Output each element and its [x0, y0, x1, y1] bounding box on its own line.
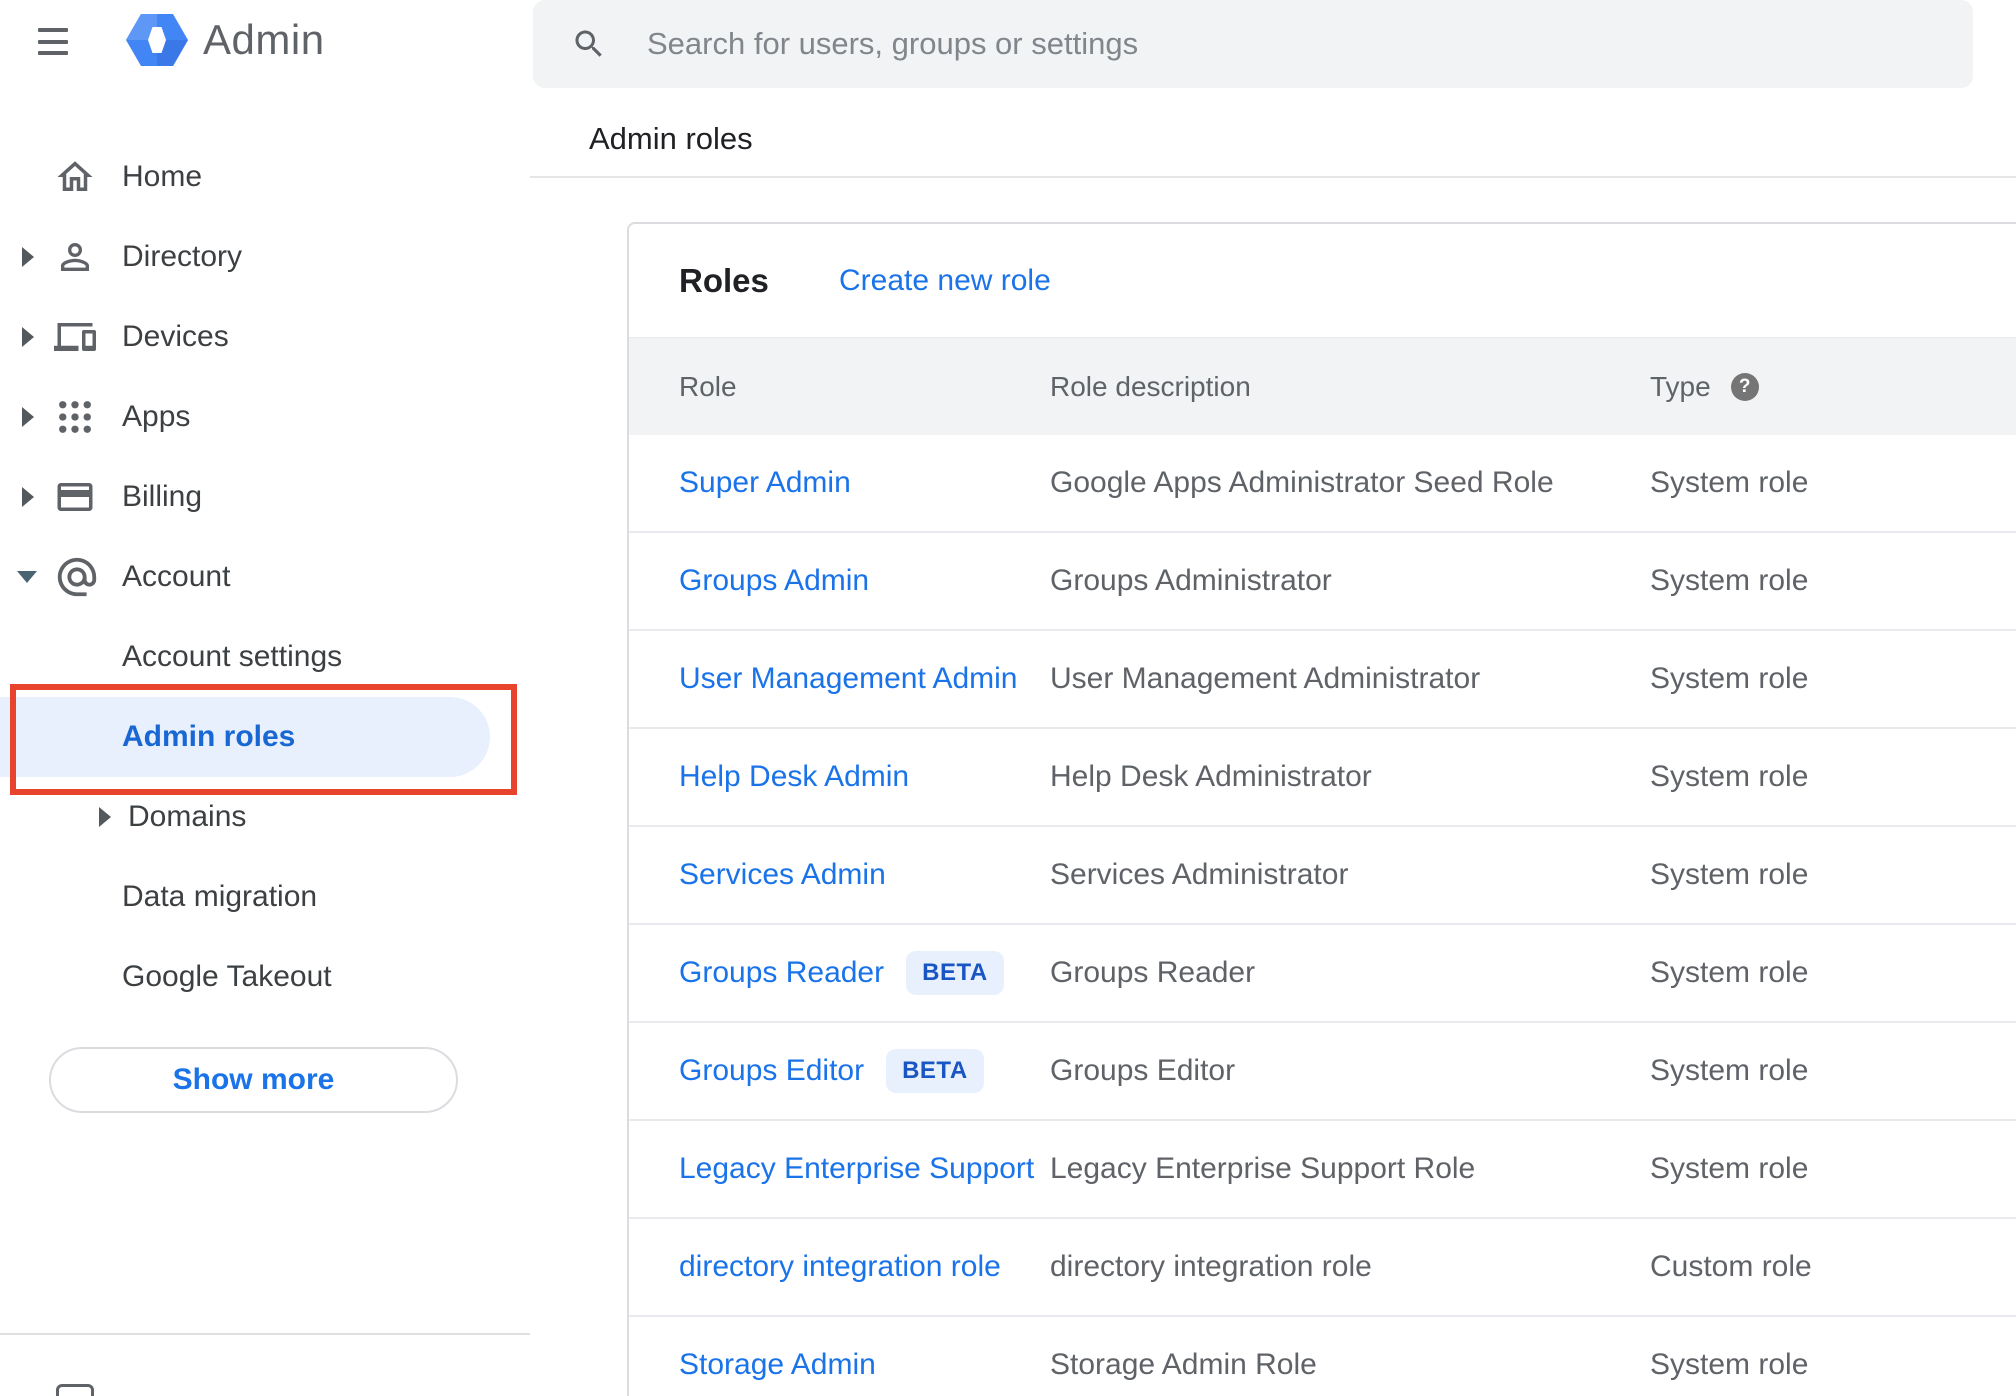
person-icon	[61, 243, 89, 271]
role-type: System role	[1650, 564, 1809, 597]
sidebar-item-domains[interactable]: Domains	[0, 777, 530, 857]
role-link[interactable]: User Management Admin	[679, 662, 1018, 696]
table-row: Help Desk Admin Help Desk Administrator …	[629, 729, 2016, 827]
expand-arrow-icon[interactable]	[22, 327, 34, 347]
role-description: Storage Admin Role	[1050, 1348, 1317, 1381]
column-header-role: Role	[679, 370, 737, 402]
sidebar-item-label: Billing	[122, 480, 203, 513]
roles-table-header: Role Role description Type ?	[629, 337, 2016, 435]
admin-console-page: Admin Home Directory Devices Apps Billin…	[0, 0, 2016, 1396]
role-link[interactable]: Groups Editor	[679, 1054, 864, 1088]
role-link[interactable]: Legacy Enterprise Support	[679, 1152, 1034, 1186]
sidebar: Home Directory Devices Apps Billing Acco…	[0, 137, 530, 1017]
role-type: System role	[1650, 1054, 1809, 1087]
table-row: User Management Admin User Management Ad…	[629, 631, 2016, 729]
role-link[interactable]: Storage Admin	[679, 1348, 876, 1382]
sidebar-item-data-migration[interactable]: Data migration	[0, 857, 530, 937]
role-link[interactable]: Super Admin	[679, 466, 851, 500]
expand-arrow-icon[interactable]	[22, 487, 34, 507]
roles-panel: Roles Create new role Role Role descript…	[627, 222, 2016, 1396]
credit-card-icon	[57, 483, 93, 511]
collapse-arrow-icon[interactable]	[17, 571, 37, 583]
devices-icon	[54, 323, 96, 351]
sidebar-item-label: Data migration	[122, 880, 318, 913]
role-description: User Management Administrator	[1050, 662, 1481, 695]
role-description: Services Administrator	[1050, 858, 1349, 891]
sidebar-item-label: Apps	[122, 400, 191, 433]
beta-badge: BETA	[886, 1049, 984, 1093]
sidebar-footer-divider	[0, 1333, 530, 1335]
sidebar-item-label: Account settings	[122, 640, 343, 673]
sidebar-item-google-takeout[interactable]: Google Takeout	[0, 937, 530, 1017]
feedback-icon[interactable]	[56, 1384, 94, 1396]
table-row: Groups Editor BETA Groups Editor System …	[629, 1023, 2016, 1121]
role-description: Legacy Enterprise Support Role	[1050, 1152, 1476, 1185]
table-row: Super Admin Google Apps Administrator Se…	[629, 435, 2016, 533]
role-link[interactable]: Groups Admin	[679, 564, 869, 598]
role-link[interactable]: Help Desk Admin	[679, 760, 909, 794]
table-row: Legacy Enterprise Support Legacy Enterpr…	[629, 1121, 2016, 1219]
app-title: Admin	[203, 16, 325, 63]
sidebar-item-label: Home	[122, 160, 203, 193]
sidebar-item-label: Admin roles	[122, 720, 296, 753]
roles-panel-header: Roles Create new role	[629, 224, 2016, 337]
role-description: Help Desk Administrator	[1050, 760, 1372, 793]
search-input[interactable]	[533, 0, 1973, 88]
sidebar-item-label: Google Takeout	[122, 960, 332, 993]
at-sign-icon	[57, 557, 97, 597]
table-row: Services Admin Services Administrator Sy…	[629, 827, 2016, 925]
sidebar-item-devices[interactable]: Devices	[0, 297, 530, 377]
help-icon[interactable]: ?	[1730, 372, 1759, 401]
expand-arrow-icon[interactable]	[99, 807, 111, 827]
sidebar-item-account[interactable]: Account	[0, 537, 530, 617]
sidebar-item-label: Account	[122, 560, 231, 593]
role-link[interactable]: Services Admin	[679, 858, 886, 892]
expand-arrow-icon[interactable]	[22, 247, 34, 267]
role-type: System role	[1650, 1152, 1809, 1185]
role-link[interactable]: Groups Reader	[679, 956, 884, 990]
role-description: Groups Administrator	[1050, 564, 1332, 597]
role-type: System role	[1650, 1348, 1809, 1381]
sidebar-item-directory[interactable]: Directory	[0, 217, 530, 297]
role-type: System role	[1650, 760, 1809, 793]
content-divider	[530, 176, 2016, 178]
role-link[interactable]: directory integration role	[679, 1250, 1001, 1284]
role-type: System role	[1650, 662, 1809, 695]
sidebar-item-apps[interactable]: Apps	[0, 377, 530, 457]
breadcrumb: Admin roles	[589, 121, 753, 156]
role-type: System role	[1650, 466, 1809, 499]
sidebar-item-label: Domains	[128, 800, 247, 833]
role-description: Google Apps Administrator Seed Role	[1050, 466, 1554, 499]
beta-badge: BETA	[906, 951, 1004, 995]
menu-hamburger-icon[interactable]	[38, 28, 68, 55]
table-row: Storage Admin Storage Admin Role System …	[629, 1317, 2016, 1396]
sidebar-item-admin-roles[interactable]: Admin roles	[0, 697, 490, 777]
create-new-role-link[interactable]: Create new role	[839, 264, 1051, 298]
role-type: System role	[1650, 956, 1809, 989]
admin-logo-icon	[126, 14, 188, 66]
table-row: Groups Admin Groups Administrator System…	[629, 533, 2016, 631]
sidebar-item-billing[interactable]: Billing	[0, 457, 530, 537]
home-icon	[57, 161, 93, 191]
role-description: Groups Reader	[1050, 956, 1256, 989]
roles-title: Roles	[679, 261, 769, 299]
sidebar-item-label: Devices	[122, 320, 229, 353]
role-description: Groups Editor	[1050, 1054, 1236, 1087]
sidebar-item-account-settings[interactable]: Account settings	[0, 617, 530, 697]
search-bar[interactable]	[533, 0, 1973, 88]
apps-grid-icon	[59, 401, 91, 433]
expand-arrow-icon[interactable]	[22, 407, 34, 427]
role-type: Custom role	[1650, 1250, 1812, 1283]
column-header-role-description: Role description	[1050, 370, 1251, 402]
table-row: Groups Reader BETA Groups Reader System …	[629, 925, 2016, 1023]
column-header-type: Type ?	[1650, 371, 2016, 403]
sidebar-item-home[interactable]: Home	[0, 137, 530, 217]
table-row: directory integration role directory int…	[629, 1219, 2016, 1317]
show-more-button[interactable]: Show more	[49, 1047, 458, 1113]
role-description: directory integration role	[1050, 1250, 1372, 1283]
role-type: System role	[1650, 858, 1809, 891]
sidebar-item-label: Directory	[122, 240, 243, 273]
